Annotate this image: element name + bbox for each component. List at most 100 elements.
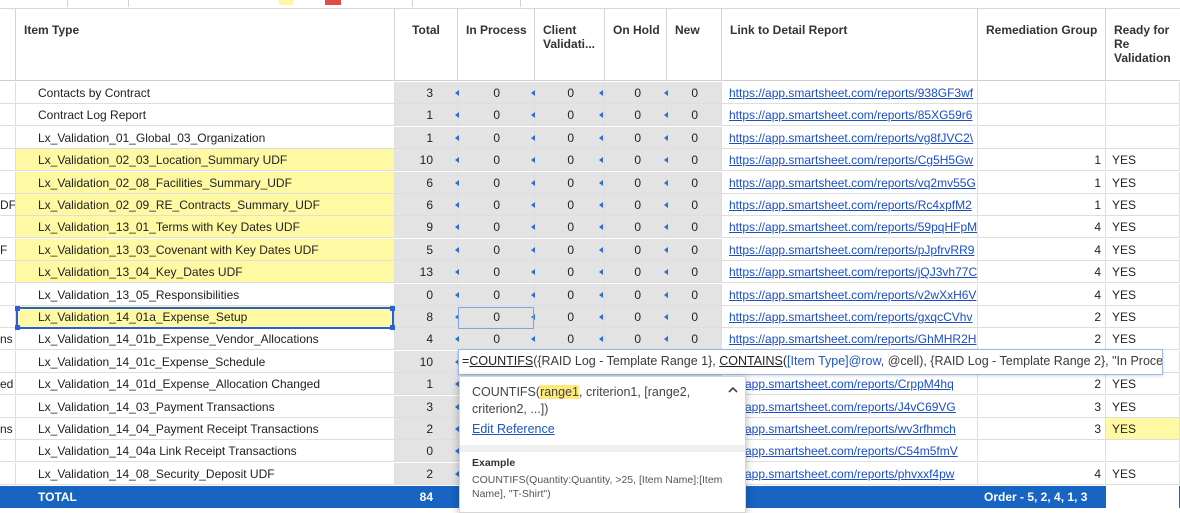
ready-cell[interactable] [1106,440,1180,463]
remediation-group-cell[interactable] [978,440,1106,463]
hold-cell[interactable]: 0 [605,171,667,194]
remediation-group-cell[interactable]: 3 [978,418,1106,440]
client-cell[interactable]: 0 [535,82,605,104]
client-cell[interactable]: 0 [535,261,605,284]
total-cell[interactable]: 0 [395,440,458,463]
total-label[interactable]: TOTAL [16,486,395,508]
ready-cell[interactable] [1106,82,1180,104]
hold-cell[interactable]: 0 [605,194,667,216]
new-cell[interactable]: 0 [667,306,722,328]
remediation-group-cell[interactable]: 3 [978,395,1106,418]
new-cell[interactable]: 0 [667,261,722,284]
formula-function-contains[interactable]: CONTAINS [719,354,783,368]
in-process-cell[interactable]: 0 [458,104,535,127]
formula-function-countifs[interactable]: COUNTIFS [469,354,533,368]
new-cell[interactable]: 0 [667,216,722,239]
column-header-remediation-group[interactable]: Remediation Group [978,9,1106,81]
new-cell[interactable]: 0 [667,82,722,104]
detail-report-link[interactable]: https://app.smartsheet.com/reports/vq2mv… [729,176,976,190]
detail-report-link[interactable]: https://app.smartsheet.com/reports/v2wXx… [729,288,976,302]
detail-report-link[interactable]: s://app.smartsheet.com/reports/phvxxf4pw [729,467,954,481]
total-cell[interactable]: 0 [395,283,458,306]
client-cell[interactable]: 0 [535,238,605,261]
remediation-group-cell[interactable]: 2 [978,306,1106,328]
link-cell[interactable]: https://app.smartsheet.com/reports/938GF… [722,82,978,104]
item-type-cell[interactable]: Lx_Validation_13_05_Responsibilities [16,283,395,306]
detail-report-link[interactable]: https://app.smartsheet.com/reports/jQJ3v… [729,265,977,279]
remediation-group-cell[interactable]: 4 [978,462,1106,485]
total-cell[interactable]: 2 [395,462,458,485]
link-cell[interactable]: https://app.smartsheet.com/reports/85XG5… [722,104,978,127]
hold-cell[interactable]: 0 [605,126,667,149]
in-process-cell[interactable]: 0 [458,149,535,172]
hold-cell[interactable]: 0 [605,238,667,261]
item-type-cell[interactable]: Lx_Validation_01_Global_03_Organization [16,126,395,149]
column-header-new[interactable]: New [667,9,722,81]
client-cell[interactable]: 0 [535,171,605,194]
detail-report-link[interactable]: https://app.smartsheet.com/reports/938GF… [729,86,973,100]
item-type-cell[interactable]: Lx_Validation_13_01_Terms with Key Dates… [16,216,395,239]
in-process-cell[interactable]: 0 [458,194,535,216]
link-cell[interactable]: https://app.smartsheet.com/reports/Cg5H5… [722,149,978,172]
link-cell[interactable]: https://app.smartsheet.com/reports/vq2mv… [722,171,978,194]
formula-column-reference[interactable]: [Item Type]@row [787,354,881,368]
text-color-swatch[interactable] [325,0,341,5]
total-cell[interactable]: 8 [395,306,458,328]
total-cell[interactable]: 6 [395,194,458,216]
remediation-group-cell[interactable] [978,126,1106,149]
link-cell[interactable]: s://app.smartsheet.com/reports/C54m5fmV [722,440,978,463]
highlight-color-swatch[interactable] [279,0,293,5]
new-cell[interactable]: 0 [667,171,722,194]
remediation-group-cell[interactable] [978,82,1106,104]
hold-cell[interactable]: 0 [605,149,667,172]
in-process-cell[interactable]: 0 [458,283,535,306]
in-process-cell[interactable]: 0 [458,126,535,149]
link-cell[interactable]: s://app.smartsheet.com/reports/phvxxf4pw [722,462,978,485]
new-cell[interactable]: 0 [667,283,722,306]
total-cell[interactable]: 1 [395,373,458,396]
column-header-link[interactable]: Link to Detail Report [722,9,978,81]
detail-report-link[interactable]: s://app.smartsheet.com/reports/wv3rfhmch [729,422,956,436]
item-type-cell[interactable]: Lx_Validation_14_08_Security_Deposit UDF [16,462,395,485]
column-header-item-type[interactable]: Item Type [16,9,395,81]
item-type-cell[interactable]: Contract Log Report [16,104,395,127]
new-cell[interactable]: 0 [667,328,722,351]
ready-cell[interactable]: YES [1106,194,1180,216]
in-process-cell[interactable]: 0 [458,238,535,261]
remediation-group-cell[interactable]: 4 [978,283,1106,306]
ready-cell[interactable]: YES [1106,216,1180,239]
client-cell[interactable]: 0 [535,328,605,351]
detail-report-link[interactable]: https://app.smartsheet.com/reports/vg8fJ… [729,131,973,145]
item-type-cell[interactable]: Lx_Validation_14_01d_Expense_Allocation … [16,373,395,396]
ready-cell[interactable]: YES [1106,462,1180,485]
hold-cell[interactable]: 0 [605,283,667,306]
client-cell[interactable]: 0 [535,194,605,216]
new-cell[interactable]: 0 [667,126,722,149]
in-process-cell[interactable]: 0 [458,328,535,351]
item-type-cell[interactable]: Contacts by Contract [16,82,395,104]
new-cell[interactable]: 0 [667,149,722,172]
formula-editor[interactable]: =COUNTIFS({RAID Log - Template Range 1},… [458,349,1163,375]
total-value[interactable]: 84 [395,486,458,508]
total-cell[interactable]: 9 [395,216,458,239]
hold-cell[interactable]: 0 [605,82,667,104]
new-cell[interactable]: 0 [667,104,722,127]
ready-cell[interactable]: YES [1106,149,1180,172]
link-cell[interactable]: https://app.smartsheet.com/reports/v2wXx… [722,283,978,306]
new-cell[interactable]: 0 [667,194,722,216]
item-type-cell[interactable]: Lx_Validation_14_01b_Expense_Vendor_Allo… [16,328,395,351]
in-process-cell[interactable]: 0 [458,82,535,104]
item-type-cell[interactable]: Lx_Validation_13_04_Key_Dates UDF [16,261,395,284]
hold-cell[interactable]: 0 [605,261,667,284]
hold-cell[interactable]: 0 [605,216,667,239]
client-cell[interactable]: 0 [535,149,605,172]
detail-report-link[interactable]: https://app.smartsheet.com/reports/pJpfr… [729,243,974,257]
link-cell[interactable]: https://app.smartsheet.com/reports/jQJ3v… [722,261,978,284]
detail-report-link[interactable]: s://app.smartsheet.com/reports/CrppM4hq [729,377,954,391]
column-header-client-validation[interactable]: Client Validati... [535,9,605,81]
ready-cell[interactable]: YES [1106,238,1180,261]
selection-handle[interactable] [15,306,20,311]
remediation-group-cell[interactable]: 4 [978,238,1106,261]
hold-cell[interactable]: 0 [605,104,667,127]
active-cell[interactable] [458,307,534,329]
